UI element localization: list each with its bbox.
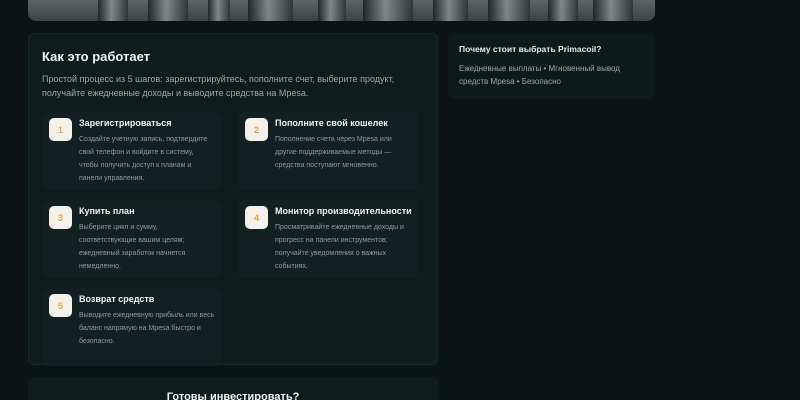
- step-title: Зарегистрироваться: [79, 118, 172, 128]
- step-description: Выводите ежедневную прибыль или весь бал…: [79, 312, 215, 345]
- step-card-buy-plan: 3 Купить план Выберите цикл и сумму, соо…: [42, 200, 222, 278]
- step-title: Пополните свой кошелек: [275, 118, 388, 128]
- step-description: Выберите цикл и сумму, соответствующие в…: [79, 224, 186, 270]
- step-number: 1: [49, 118, 72, 141]
- how-it-works-panel: Как это работает Простой процесс из 5 ша…: [28, 33, 438, 366]
- why-choose-card: Почему стоит выбрать Primacoil? Ежедневн…: [448, 33, 655, 99]
- step-title: Возврат средств: [79, 294, 155, 304]
- step-number: 4: [245, 206, 268, 229]
- step-description: Просматривайте ежедневные доходы и прогр…: [275, 224, 404, 270]
- step-description: Пополнение счета через Mpesa или другие …: [275, 136, 392, 169]
- step-number: 3: [49, 206, 72, 229]
- step-title: Купить план: [79, 206, 135, 216]
- cta-title: Готовы инвестировать?: [166, 391, 300, 400]
- step-card-top-up: 2 Пополните свой кошелек Пополнение счет…: [238, 112, 418, 190]
- section-title: Как это работает: [42, 49, 151, 64]
- step-title: Монитор производительности: [275, 206, 412, 216]
- step-card-withdraw: 5 Возврат средств Выводите ежедневную пр…: [42, 288, 222, 366]
- why-choose-text: Ежедневные выплаты • Мгновенный вывод ср…: [459, 64, 620, 86]
- step-number: 5: [49, 294, 72, 317]
- step-description: Создайте учетную запись, подтвердите сво…: [79, 136, 208, 182]
- step-number: 2: [245, 118, 268, 141]
- step-card-register: 1 Зарегистрироваться Создайте учетную за…: [42, 112, 222, 190]
- page: Как это работает Простой процесс из 5 ша…: [0, 0, 800, 400]
- step-card-monitor: 4 Монитор производительности Просматрива…: [238, 200, 418, 278]
- why-choose-title: Почему стоит выбрать Primacoil?: [459, 44, 602, 54]
- cta-card: Готовы инвестировать?: [28, 377, 438, 400]
- hero-image: [28, 0, 655, 21]
- section-description: Простой процесс из 5 шагов: зарегистриру…: [42, 74, 395, 98]
